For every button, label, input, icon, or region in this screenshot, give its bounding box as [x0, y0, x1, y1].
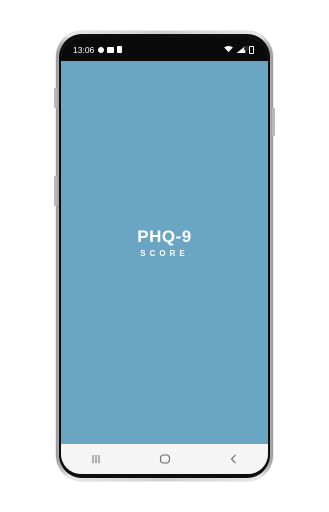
phone-bezel: 13:06 PHQ-9 SCORE	[59, 34, 270, 478]
bixby-button	[54, 176, 57, 206]
app-title: PHQ-9	[137, 227, 192, 246]
recents-icon	[92, 455, 99, 463]
home-icon	[159, 454, 170, 464]
status-right-icons	[224, 45, 254, 54]
back-button[interactable]	[219, 447, 249, 471]
phone-screen: 13:06 PHQ-9 SCORE	[61, 38, 268, 474]
wifi-icon	[224, 46, 233, 53]
navigation-bar	[61, 444, 268, 474]
status-time: 13:06	[73, 44, 95, 55]
notification-icon	[98, 46, 105, 53]
battery-icon	[249, 45, 254, 54]
splash-screen: PHQ-9 SCORE	[61, 61, 268, 444]
gallery-icon	[107, 46, 115, 53]
sim-icon	[117, 46, 123, 53]
status-left-icons	[98, 46, 123, 53]
home-button[interactable]	[150, 447, 180, 471]
status-bar: 13:06	[61, 38, 268, 61]
power-button	[272, 108, 275, 136]
recents-button[interactable]	[81, 447, 111, 471]
front-camera	[244, 46, 249, 51]
back-icon	[230, 454, 236, 464]
volume-button	[54, 88, 57, 108]
app-subtitle: SCORE	[140, 249, 189, 258]
